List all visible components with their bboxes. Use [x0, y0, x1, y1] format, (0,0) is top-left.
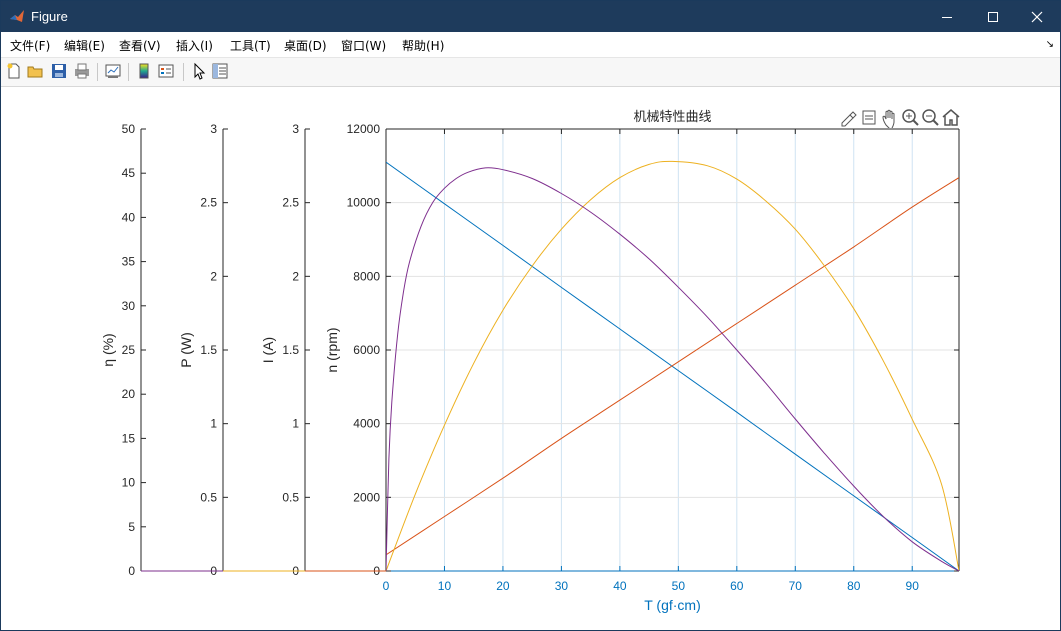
- x-tick-label: 30: [555, 579, 569, 593]
- x-tick-label: 40: [613, 579, 627, 593]
- eta-tick-label: 30: [122, 299, 136, 313]
- p-tick-label: 2.5: [200, 196, 217, 210]
- eta-tick-label: 15: [122, 431, 136, 445]
- pan-hand-icon[interactable]: [882, 109, 895, 131]
- eta-tick-label: 25: [122, 343, 136, 357]
- x-tick-label: 50: [672, 579, 686, 593]
- p-axis-label: P (W): [178, 332, 194, 368]
- home-icon[interactable]: [942, 109, 960, 126]
- figure-toolbar: [1, 58, 1060, 87]
- p-tick-label: 1.5: [200, 343, 217, 357]
- zoom-out-icon[interactable]: [922, 109, 939, 126]
- i-tick-label: 1: [292, 417, 299, 431]
- grid-layer: [385, 128, 959, 572]
- window-title: Figure: [31, 9, 68, 24]
- figure-canvas[interactable]: 0 10 20 30 40 50 60 70 80 90 0 5 10 15 20 25 30 35 40 45 50 η…: [1, 87, 1060, 630]
- x-tick-label: 10: [438, 579, 452, 593]
- menu-desktop[interactable]: 桌面(D): [284, 37, 327, 54]
- eta-tick-label: 10: [122, 476, 136, 490]
- close-button[interactable]: [1014, 1, 1060, 32]
- i-axis-label: I (A): [260, 337, 276, 363]
- axes-toolbar: [839, 106, 961, 131]
- link-plot-icon[interactable]: [104, 62, 122, 80]
- minimize-button[interactable]: [924, 1, 970, 32]
- minimize-icon: [942, 16, 952, 18]
- chart-title: 机械特性曲线: [633, 110, 711, 125]
- x-tick-label: 20: [496, 579, 510, 593]
- new-figure-icon[interactable]: [5, 62, 23, 80]
- i-tick-label: 2.5: [282, 196, 299, 210]
- n-axis-label: n (rpm): [324, 327, 340, 372]
- p-tick-label: 1: [210, 417, 217, 431]
- menu-file[interactable]: 文件(F): [10, 37, 50, 54]
- save-icon[interactable]: [50, 62, 68, 80]
- close-icon: [1031, 11, 1043, 22]
- property-inspector-icon[interactable]: [211, 62, 229, 80]
- p-tick-label: 2: [210, 269, 217, 283]
- p-tick-label: 3: [210, 122, 217, 136]
- i-tick-label: 2: [292, 269, 299, 283]
- x-axis-label: T (gf·cm): [644, 597, 701, 613]
- maximize-icon: [988, 11, 998, 22]
- eta-tick-label: 45: [122, 166, 136, 180]
- zoom-in-icon[interactable]: [902, 109, 919, 126]
- x-tick-label: 80: [847, 579, 861, 593]
- eta-tick-label: 50: [122, 122, 136, 136]
- eta-tick-label: 0: [128, 564, 135, 578]
- n-tick-label: 12000: [347, 122, 381, 136]
- menu-insert[interactable]: 插入(I): [176, 37, 213, 54]
- dock-arrow-icon[interactable]: ↘: [1046, 39, 1054, 50]
- i-tick-label: 3: [292, 122, 299, 136]
- toolbar-separator: [97, 63, 98, 81]
- n-tick-label: 4000: [353, 417, 380, 431]
- i-tick-label: 0.5: [282, 490, 299, 504]
- i-tick-label: 1.5: [282, 343, 299, 357]
- menu-view[interactable]: 查看(V): [119, 37, 161, 54]
- x-tick-label: 0: [383, 579, 390, 593]
- n-tick-label: 10000: [347, 196, 381, 210]
- x-tick-label: 70: [789, 579, 803, 593]
- eta-axis-label: η (%): [100, 333, 116, 366]
- eta-tick-label: 35: [122, 255, 136, 269]
- menu-bar: 文件(F) 编辑(E) 查看(V) 插入(I) 工具(T) 桌面(D) 窗口(W…: [1, 32, 1060, 58]
- n-tick-label: 2000: [353, 490, 380, 504]
- menu-tools[interactable]: 工具(T): [230, 37, 271, 54]
- x-tick-label: 90: [906, 579, 920, 593]
- select-pointer-icon[interactable]: [190, 62, 208, 80]
- eta-tick-label: 20: [122, 387, 136, 401]
- menu-help[interactable]: 帮助(H): [402, 37, 444, 54]
- open-file-icon[interactable]: [26, 62, 44, 80]
- toolbar-separator: [183, 63, 184, 81]
- matlab-logo-icon: [10, 10, 24, 22]
- n-tick-label: 6000: [353, 343, 380, 357]
- menu-window[interactable]: 窗口(W): [341, 37, 386, 54]
- title-bar[interactable]: Figure: [1, 1, 1060, 32]
- toolbar-separator: [128, 63, 129, 81]
- figure-window: Figure 文件(F) 编辑(E) 查看(V) 插入(I) 工具(T) 桌面(…: [0, 0, 1061, 631]
- eta-tick-label: 5: [128, 520, 135, 534]
- n-tick-label: 8000: [353, 269, 380, 283]
- chart-svg: 0 10 20 30 40 50 60 70 80 90 0 5 10 15 20 25 30 35 40 45 50 η…: [100, 110, 960, 613]
- colorbar-icon[interactable]: [135, 62, 153, 80]
- print-icon[interactable]: [73, 62, 91, 80]
- brush-icon[interactable]: [841, 111, 857, 127]
- menu-edit[interactable]: 编辑(E): [64, 37, 105, 54]
- p-tick-label: 0.5: [200, 490, 217, 504]
- eta-tick-label: 40: [122, 210, 136, 224]
- legend-icon[interactable]: [157, 62, 175, 80]
- x-tick-label: 60: [730, 579, 744, 593]
- data-tips-icon[interactable]: [862, 110, 876, 125]
- maximize-button[interactable]: [970, 1, 1016, 32]
